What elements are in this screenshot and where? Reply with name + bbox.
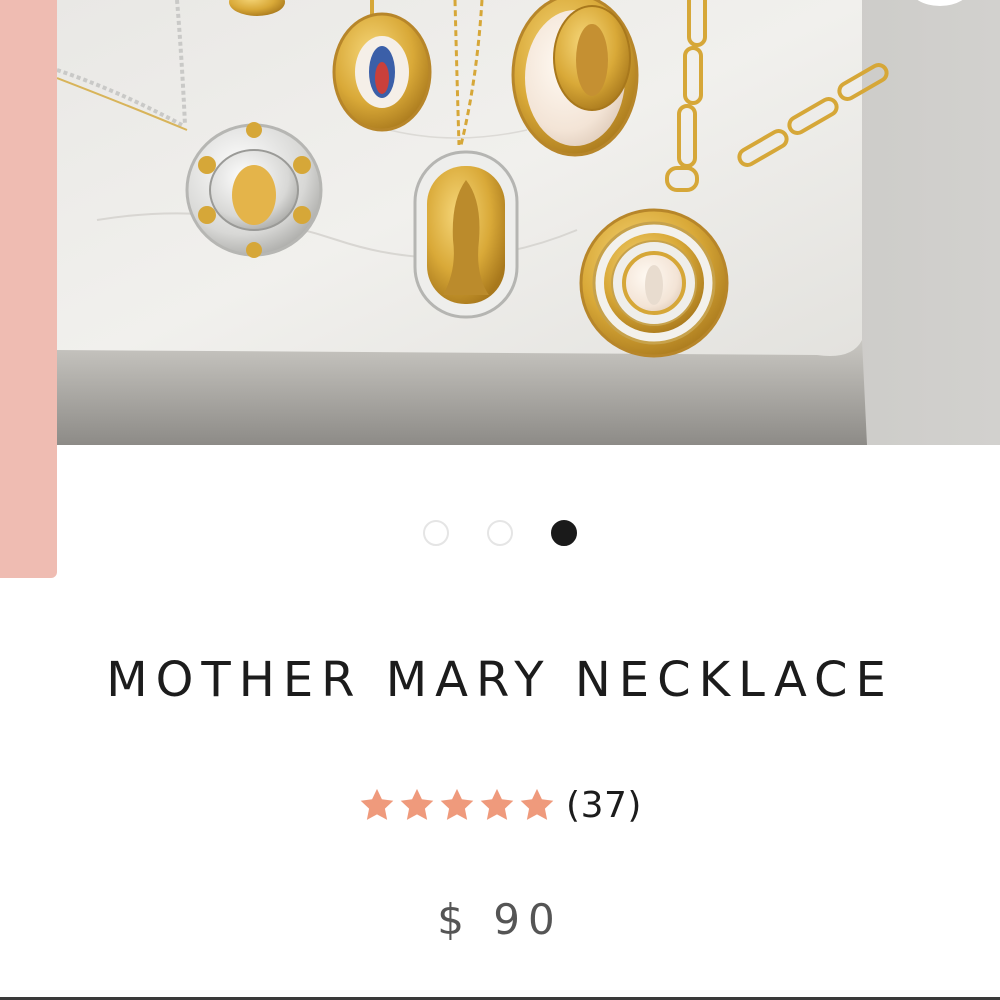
carousel-dot-1[interactable]	[423, 520, 449, 546]
star-icon	[520, 788, 554, 820]
star-icon	[480, 788, 514, 820]
carousel-dot-2[interactable]	[487, 520, 513, 546]
product-title: MOTHER MARY NECKLACE	[106, 652, 894, 708]
product-photo-illustration	[57, 0, 1000, 445]
rating-stars	[358, 786, 556, 824]
review-count[interactable]: (37)	[566, 785, 642, 826]
carousel-pagination	[0, 520, 1000, 552]
carousel-dot-3-active[interactable]	[551, 520, 577, 546]
side-drawer-tab[interactable]	[0, 0, 57, 578]
product-price: $ 90	[437, 895, 563, 944]
product-image[interactable]	[57, 0, 1000, 445]
product-page: MOTHER MARY NECKLACE (37) $ 90	[0, 0, 1000, 1000]
star-icon	[360, 788, 394, 820]
star-icon	[400, 788, 434, 820]
star-icon	[440, 788, 474, 820]
product-rating[interactable]: (37)	[0, 780, 1000, 830]
